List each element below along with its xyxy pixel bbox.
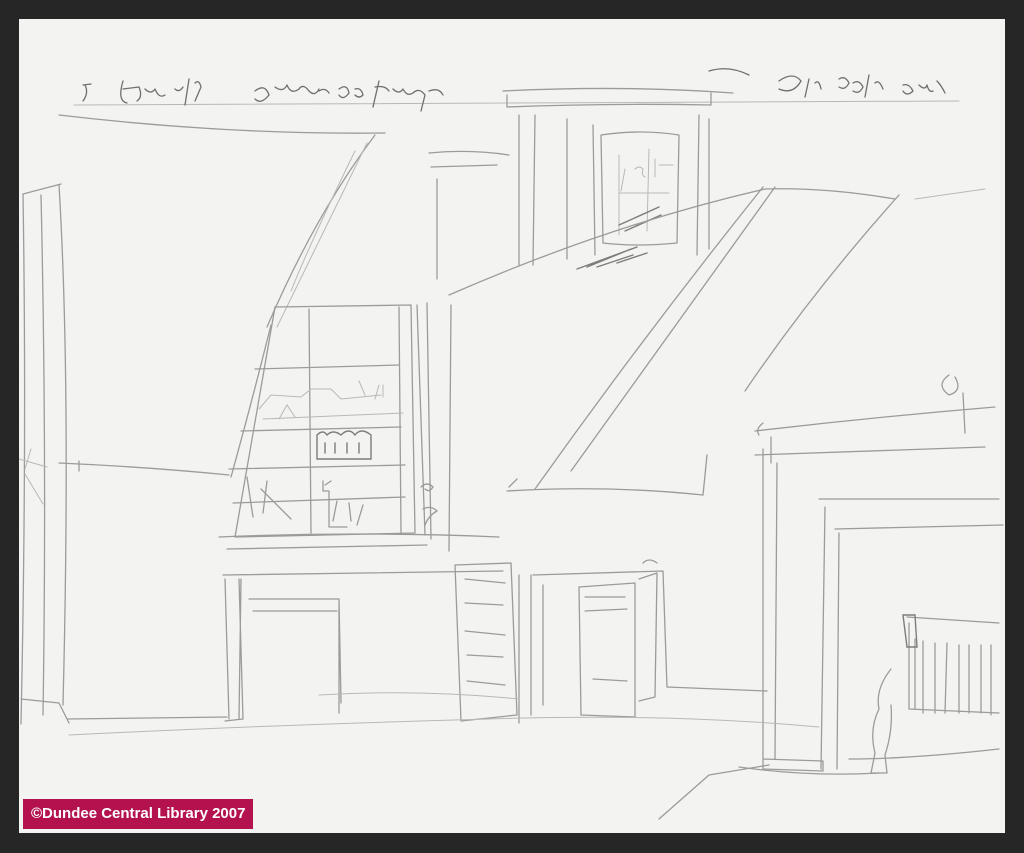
right-building bbox=[754, 374, 1004, 774]
center-right-roof bbox=[448, 186, 986, 496]
center-doors bbox=[532, 559, 768, 718]
sketch-paper bbox=[19, 19, 1005, 833]
pencil-sketch-image bbox=[19, 68, 1004, 820]
large-window bbox=[228, 304, 416, 538]
left-wall bbox=[19, 183, 228, 725]
copyright-badge: ©Dundee Central Library 2007 bbox=[23, 799, 254, 829]
left-roof bbox=[58, 114, 386, 478]
image-frame: ©Dundee Central Library 2007 bbox=[0, 0, 1024, 853]
upper-window-building bbox=[428, 87, 734, 280]
